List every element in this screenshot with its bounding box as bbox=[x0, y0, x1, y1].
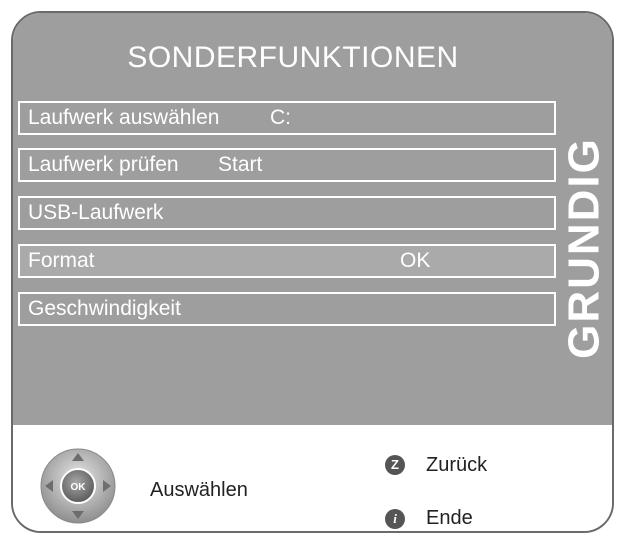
tv-screen-frame: SONDERFUNKTIONEN Laufwerk auswählen C: L… bbox=[11, 11, 614, 533]
menu-item-value: OK bbox=[400, 249, 431, 272]
menu-item-format[interactable]: Format OK bbox=[18, 244, 556, 278]
exit-hint-label: Ende bbox=[426, 507, 473, 529]
menu-item-usb-drive[interactable]: USB-Laufwerk bbox=[18, 196, 556, 230]
menu-item-speed[interactable]: Geschwindigkeit bbox=[18, 292, 556, 326]
menu-item-label: Laufwerk prüfen bbox=[28, 153, 179, 176]
back-hint-label: Zurück bbox=[426, 454, 488, 476]
menu-item-label: USB-Laufwerk bbox=[28, 201, 164, 224]
back-key-icon: Z bbox=[385, 455, 405, 475]
menu-item-label: Geschwindigkeit bbox=[28, 297, 181, 320]
menu-item-value: Start bbox=[218, 153, 263, 176]
menu-item-drive-check[interactable]: Laufwerk prüfen Start bbox=[18, 148, 556, 182]
brand-logo-text: GRUNDIG bbox=[560, 137, 609, 359]
grundig-logo: GRUNDIG bbox=[560, 137, 609, 359]
info-key-icon: i bbox=[385, 509, 405, 529]
menu-item-label: Laufwerk auswählen bbox=[28, 106, 220, 129]
menu-item-value: C: bbox=[270, 106, 291, 129]
navigation-pad-icon: OK bbox=[40, 448, 116, 524]
select-hint-label: Auswählen bbox=[150, 479, 248, 501]
menu-item-drive-select[interactable]: Laufwerk auswählen C: bbox=[18, 101, 556, 135]
menu-panel: SONDERFUNKTIONEN Laufwerk auswählen C: L… bbox=[13, 13, 612, 425]
page-title: SONDERFUNKTIONEN bbox=[127, 41, 459, 74]
ok-button-label: OK bbox=[71, 482, 87, 493]
footer-help-bar: OK Auswählen Z Zurück i Ende bbox=[13, 425, 612, 531]
menu-item-label: Format bbox=[28, 249, 95, 272]
